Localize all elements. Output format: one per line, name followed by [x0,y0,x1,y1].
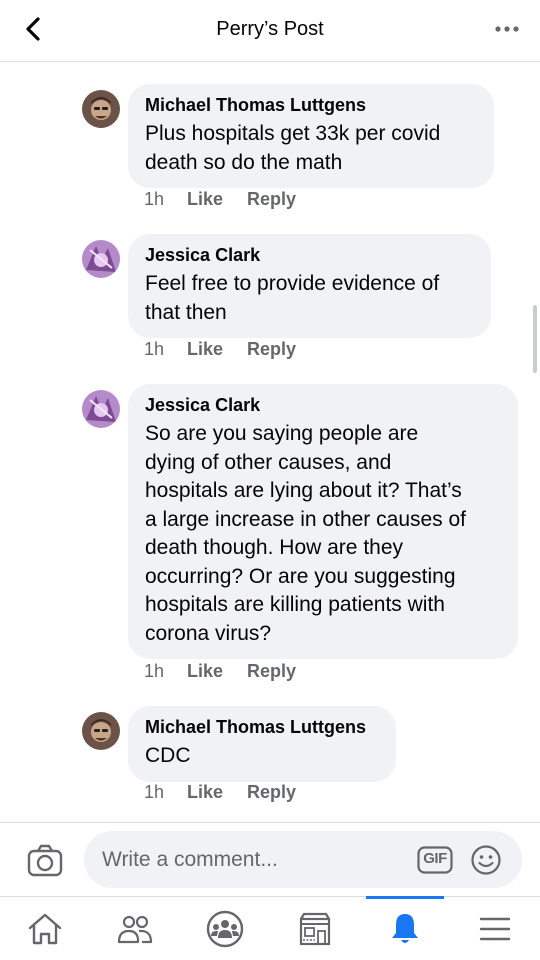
gif-label: GIF [423,850,447,867]
comment-author[interactable]: Michael Thomas Luttgens [145,716,380,738]
reply-button[interactable]: Reply [247,782,296,803]
comment-time: 1h [144,339,165,359]
comment-list: Michael Thomas Luttgens Plus hospitals g… [0,62,540,822]
comment-bubble: Michael Thomas Luttgens CDC [128,706,396,782]
comment-time: 1h [144,189,165,209]
reply-button[interactable]: Reply [247,189,296,210]
marketplace-icon [299,912,331,946]
comment-box: GIF [84,831,522,888]
avatar[interactable] [82,90,120,128]
comment-time: 1h [144,661,165,681]
tab-home[interactable] [0,897,90,960]
header: Perry’s Post [0,0,540,62]
comment-text: Plus hospitals get 33k per covid death s… [145,122,441,174]
tab-marketplace[interactable] [270,897,360,960]
comment-text: CDC [145,744,191,767]
menu-icon [479,917,511,941]
comment-time: 1h [144,782,165,802]
comment-text: So are you saying people are dying of ot… [145,422,467,645]
avatar[interactable] [82,712,120,750]
home-icon [28,913,62,945]
reply-button[interactable]: Reply [247,661,296,682]
comment-bubble: Michael Thomas Luttgens Plus hospitals g… [128,84,494,188]
comment-composer: GIF [0,822,540,896]
tab-notifications[interactable] [360,897,450,960]
reply-button[interactable]: Reply [247,339,296,360]
gif-button[interactable]: GIF [417,846,453,874]
page-title: Perry’s Post [216,18,324,40]
notifications-icon [392,914,418,943]
tab-menu[interactable] [450,897,540,960]
comment-actions: 1h Like Reply [144,189,296,210]
scrollbar[interactable] [533,305,537,373]
comment-text: Feel free to provide evidence of that th… [145,272,440,324]
camera-icon[interactable] [26,842,64,880]
comment-actions: 1h Like Reply [144,782,296,803]
comment-author[interactable]: Jessica Clark [145,244,475,266]
emoji-icon[interactable] [470,844,502,876]
comment-input[interactable] [102,831,392,888]
bottom-navigation [0,896,540,960]
like-button[interactable]: Like [187,661,247,682]
tab-groups[interactable] [180,897,270,960]
comment-bubble: Jessica Clark So are you saying people a… [128,384,518,659]
more-horizontal-icon[interactable] [494,24,520,34]
like-button[interactable]: Like [187,189,247,210]
comment-actions: 1h Like Reply [144,339,296,360]
friends-icon [117,915,153,944]
comment-actions: 1h Like Reply [144,661,296,682]
comment-bubble: Jessica Clark Feel free to provide evide… [128,234,491,338]
avatar[interactable] [82,240,120,278]
groups-icon [206,910,244,948]
like-button[interactable]: Like [187,782,247,803]
tab-friends[interactable] [90,897,180,960]
comment-author[interactable]: Jessica Clark [145,394,502,416]
avatar[interactable] [82,390,120,428]
like-button[interactable]: Like [187,339,247,360]
comment-author[interactable]: Michael Thomas Luttgens [145,94,478,116]
